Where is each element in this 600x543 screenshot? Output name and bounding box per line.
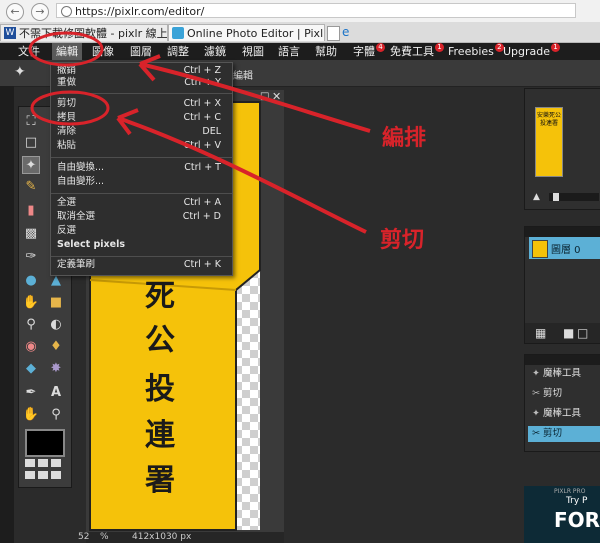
annotation-circle-edit [28,31,104,67]
annotation-label-edit: 編排 [382,126,427,151]
annotation-label-cut: 剪切 [380,228,425,253]
annotation-arrow-cut [117,116,367,234]
annotation-arrow-edit [139,62,371,133]
annotation-overlay [28,31,371,234]
annotation-circle-cut [30,90,110,126]
